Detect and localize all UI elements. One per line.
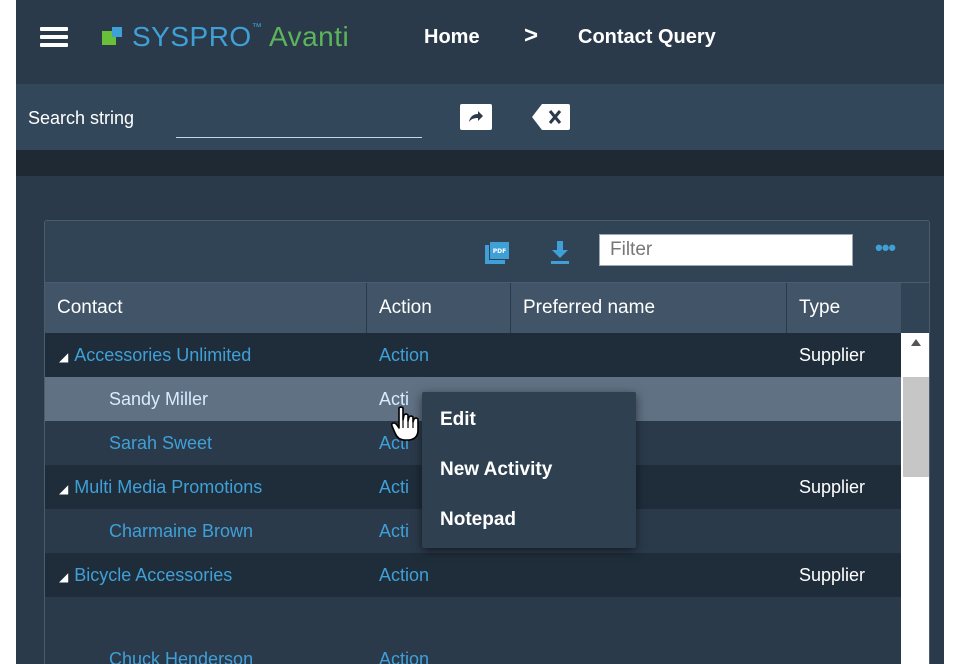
app-window: SYSPRO™ Avanti Home > Contact Query Sear… [16, 0, 944, 664]
download-icon[interactable] [549, 241, 571, 265]
grid-header: Contact Action Preferred name Type [45, 283, 901, 333]
column-header-action[interactable]: Action [367, 283, 511, 333]
syspro-logo: SYSPRO™ Avanti [102, 20, 349, 54]
column-header-preferred-name[interactable]: Preferred name [511, 283, 787, 333]
action-link[interactable]: Acti [379, 509, 409, 553]
hamburger-menu-icon[interactable] [40, 27, 68, 47]
grid-toolbar: PDF ••• [45, 221, 929, 283]
scrollbar-thumb[interactable] [903, 377, 929, 477]
table-row[interactable]: ◢ Bicycle Accessories Action Supplier [45, 553, 901, 597]
logo-brand: SYSPRO [132, 21, 252, 52]
arrow-go-icon[interactable] [460, 104, 492, 130]
column-header-type[interactable]: Type [787, 283, 901, 333]
clear-icon[interactable] [532, 104, 570, 130]
collapse-triangle-icon[interactable]: ◢ [59, 482, 68, 496]
breadcrumb-separator: > [524, 22, 539, 49]
contact-link[interactable]: Bicycle Accessories [74, 565, 232, 585]
logo-mark-icon [102, 27, 124, 47]
pdf-icon[interactable]: PDF [485, 242, 509, 264]
search-label: Search string [28, 108, 135, 128]
collapse-triangle-icon[interactable]: ◢ [59, 350, 68, 364]
contact-link[interactable]: Charmaine Brown [109, 509, 253, 553]
breadcrumb-current: Contact Query [578, 26, 716, 48]
type-cell: Supplier [799, 477, 866, 497]
hand-cursor-icon [390, 406, 420, 442]
svg-text:PDF: PDF [493, 248, 506, 255]
type-cell: Supplier [799, 345, 866, 365]
column-header-contact[interactable]: Contact [45, 283, 367, 333]
contact-link[interactable]: Sarah Sweet [109, 421, 212, 465]
vertical-scrollbar[interactable] [901, 333, 929, 664]
menu-item-notepad[interactable]: Notepad [422, 495, 636, 545]
filter-input[interactable] [599, 234, 853, 266]
contact-link[interactable]: Accessories Unlimited [74, 345, 251, 365]
scroll-up-arrow-icon[interactable] [911, 339, 921, 346]
context-menu: Edit New Activity Notepad [422, 392, 636, 548]
search-input[interactable] [176, 102, 422, 138]
more-icon[interactable]: ••• [875, 235, 896, 261]
contact-link[interactable]: Sandy Miller [109, 377, 208, 421]
logo-product: Avanti [268, 21, 350, 52]
contact-link[interactable]: Multi Media Promotions [74, 477, 262, 497]
menu-item-new-activity[interactable]: New Activity [422, 445, 636, 495]
contact-link[interactable]: Chuck Henderson [109, 637, 253, 664]
table-row[interactable]: Chuck Henderson Action [45, 597, 901, 664]
action-link[interactable]: Action [379, 637, 429, 664]
menu-item-edit[interactable]: Edit [422, 395, 636, 445]
type-cell: Supplier [799, 565, 866, 585]
table-row[interactable]: ◢ Accessories Unlimited Action Supplier [45, 333, 901, 377]
search-row: Search string [16, 84, 944, 150]
breadcrumb-home[interactable]: Home [424, 26, 480, 49]
action-link[interactable]: Acti [379, 465, 409, 509]
collapse-triangle-icon[interactable]: ◢ [59, 570, 68, 584]
top-bar: SYSPRO™ Avanti Home > Contact Query [16, 0, 944, 76]
action-link[interactable]: Action [379, 333, 429, 377]
divider-strip [16, 150, 944, 176]
action-link[interactable]: Action [379, 553, 429, 597]
